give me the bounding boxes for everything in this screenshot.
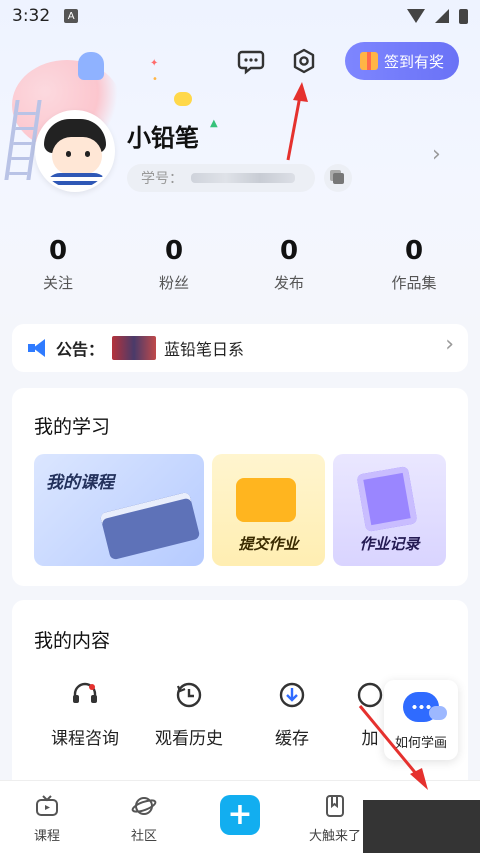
arrow-to-settings <box>286 95 302 161</box>
arrow-to-corner <box>358 705 420 777</box>
arrow-head-settings <box>293 82 308 102</box>
annotation-arrows <box>286 82 428 790</box>
